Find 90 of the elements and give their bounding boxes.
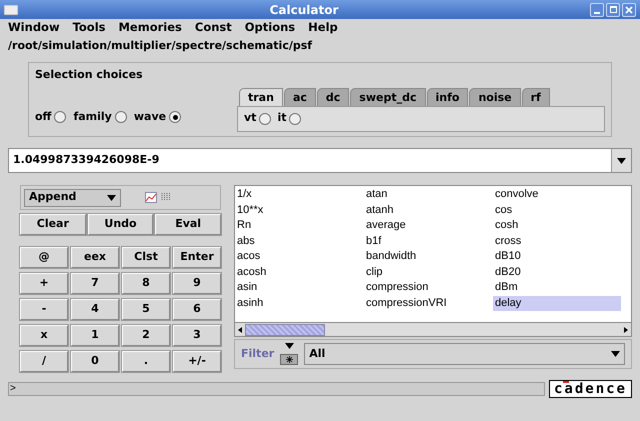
panel-title: Selection choices: [35, 67, 143, 83]
tab[interactable]: noise: [469, 88, 521, 106]
menu-item[interactable]: Tools: [72, 18, 106, 36]
key-button[interactable]: +/-: [173, 351, 221, 372]
function-item[interactable]: abs: [235, 234, 363, 249]
key-button[interactable]: Clst: [122, 247, 170, 268]
key-button[interactable]: 5: [122, 299, 170, 320]
radio-button[interactable]: [289, 112, 302, 124]
function-item[interactable]: asin: [235, 280, 363, 296]
radio-button[interactable]: [54, 111, 66, 124]
function-item[interactable]: b1f: [364, 234, 492, 249]
key-button[interactable]: eex: [71, 247, 119, 268]
maximize-icon[interactable]: [606, 2, 620, 16]
value-field[interactable]: 1.049987339426098E-9: [8, 148, 632, 173]
key-button[interactable]: Eval: [155, 214, 221, 235]
key-button[interactable]: .: [122, 351, 170, 372]
radio-label: it: [277, 110, 286, 126]
key-button[interactable]: x: [20, 325, 68, 346]
menu-item[interactable]: Window: [8, 18, 60, 36]
key-button[interactable]: Enter: [173, 247, 221, 268]
tab[interactable]: info: [426, 88, 468, 106]
function-item[interactable]: delay: [493, 296, 621, 311]
tab[interactable]: swept_dc: [350, 88, 426, 106]
function-item[interactable]: Rn: [235, 218, 363, 234]
radio-label: off: [35, 109, 52, 125]
function-item[interactable]: bandwidth: [364, 249, 492, 264]
dropdown-caret-icon[interactable]: [611, 149, 631, 172]
minimize-icon[interactable]: [590, 2, 604, 16]
filter-dropdown[interactable]: All: [304, 343, 625, 365]
function-item[interactable]: cross: [493, 234, 621, 249]
function-item[interactable]: 10**x: [235, 202, 363, 218]
tab[interactable]: ac: [284, 88, 316, 106]
key-button[interactable]: -: [20, 299, 68, 320]
cadence-logo: cadence: [548, 380, 632, 398]
menu-item[interactable]: Options: [244, 18, 296, 36]
radio-label: wave: [134, 109, 166, 125]
filter-toggle-icon[interactable]: [280, 343, 298, 365]
filter-label: Filter: [241, 346, 274, 362]
function-item[interactable]: dB10: [493, 249, 621, 264]
function-item[interactable]: atanh: [364, 202, 492, 218]
key-button[interactable]: 7: [71, 273, 119, 294]
key-button[interactable]: 8: [122, 273, 170, 294]
function-item[interactable]: cosh: [493, 218, 621, 234]
menu-item[interactable]: Help: [308, 18, 338, 36]
radio-button[interactable]: [114, 111, 127, 124]
function-item[interactable]: average: [364, 218, 492, 234]
window-icon: [4, 4, 18, 14]
table-icon[interactable]: [161, 192, 171, 202]
key-button[interactable]: +: [20, 273, 68, 294]
menu-item[interactable]: Memories: [118, 18, 182, 36]
window-title: Calculator: [268, 2, 340, 18]
function-item[interactable]: compressionVRI: [364, 296, 492, 311]
tab[interactable]: dc: [316, 88, 350, 106]
key-button[interactable]: /: [20, 351, 68, 372]
function-item[interactable]: dB20: [493, 264, 621, 280]
function-item[interactable]: acosh: [235, 264, 363, 280]
function-item[interactable]: asinh: [235, 296, 363, 311]
key-button[interactable]: 9: [173, 273, 221, 294]
function-item[interactable]: atan: [364, 187, 492, 202]
function-item[interactable]: convolve: [493, 187, 621, 202]
key-button[interactable]: 0: [71, 351, 119, 372]
function-item[interactable]: cos: [493, 202, 621, 218]
radio-label: vt: [244, 110, 256, 126]
caret-icon: [107, 194, 116, 200]
function-item[interactable]: 1/x: [235, 187, 363, 202]
horizontal-scrollbar[interactable]: [235, 322, 631, 336]
function-item[interactable]: compression: [364, 280, 492, 296]
key-button[interactable]: 2: [122, 325, 170, 346]
tab[interactable]: tran: [239, 88, 283, 106]
close-icon[interactable]: [622, 2, 636, 16]
function-item[interactable]: dBm: [493, 280, 621, 296]
mode-dropdown[interactable]: Append: [24, 188, 121, 206]
menu-item[interactable]: Const: [194, 18, 232, 36]
key-button[interactable]: 6: [173, 299, 221, 320]
function-item[interactable]: clip: [364, 264, 492, 280]
path-label: /root/simulation/multiplier/spectre/schematic/psf: [7, 38, 314, 54]
key-button[interactable]: Undo: [88, 214, 154, 235]
function-item[interactable]: acos: [235, 249, 363, 264]
field-value: 1.049987339426098E-9: [12, 152, 160, 168]
graph-icon[interactable]: [145, 192, 157, 203]
key-button[interactable]: 1: [71, 325, 119, 346]
tab[interactable]: rf: [522, 88, 550, 106]
key-button[interactable]: @: [20, 247, 68, 268]
radio-label: family: [73, 109, 112, 125]
key-button[interactable]: Clear: [20, 214, 86, 235]
radio-button[interactable]: [169, 111, 182, 124]
caret-icon: [611, 351, 620, 357]
key-button[interactable]: 4: [71, 299, 119, 320]
key-button[interactable]: 3: [173, 325, 221, 346]
radio-button[interactable]: [259, 112, 272, 124]
